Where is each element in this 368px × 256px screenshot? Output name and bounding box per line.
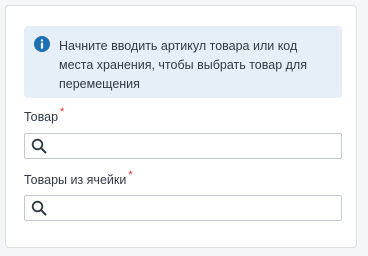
product-label-text: Товар [24, 110, 59, 124]
cell-products-search-input[interactable] [51, 196, 337, 220]
info-icon [34, 36, 50, 52]
required-mark: * [128, 169, 133, 181]
move-product-panel: Начните вводить артикул товара или код м… [5, 5, 357, 248]
required-mark: * [60, 106, 65, 118]
product-label: Товар * [24, 106, 64, 124]
info-banner: Начните вводить артикул товара или код м… [24, 26, 342, 98]
search-icon [31, 138, 47, 154]
product-search-field[interactable] [24, 133, 342, 159]
cell-products-label-text: Товары из ячейки [24, 173, 127, 187]
cell-products-label: Товары из ячейки * [24, 169, 133, 187]
product-search-input[interactable] [51, 134, 337, 158]
cell-products-search-field[interactable] [24, 195, 342, 221]
info-message: Начните вводить артикул товара или код м… [59, 39, 307, 91]
search-icon [31, 200, 47, 216]
